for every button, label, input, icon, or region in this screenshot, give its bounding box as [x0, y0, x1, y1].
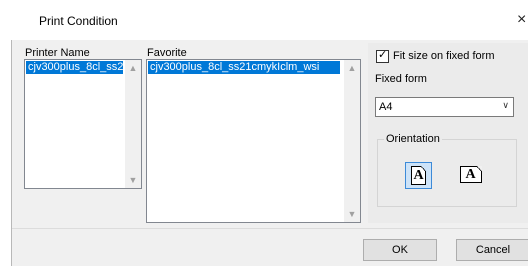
- printer-name-list[interactable]: cjv300plus_8cl_ss21c ▲ ▼: [24, 59, 142, 189]
- fit-size-checkbox[interactable]: ✓: [376, 49, 389, 63]
- check-icon: ✓: [378, 49, 388, 61]
- landscape-orientation-button[interactable]: A: [457, 161, 484, 188]
- close-icon[interactable]: ×: [517, 10, 526, 30]
- fit-size-label[interactable]: Fit size on fixed form: [393, 50, 494, 62]
- fixed-form-select[interactable]: A4 ∨: [375, 97, 514, 117]
- title-bar: Print Condition ×: [0, 0, 528, 40]
- favorite-item[interactable]: cjv300plus_8cl_ss21cmykIclm_wsi: [148, 61, 340, 74]
- ok-button[interactable]: OK: [363, 239, 437, 261]
- scroll-down-arrow-icon[interactable]: ▼: [125, 172, 141, 188]
- orientation-label: Orientation: [384, 133, 442, 145]
- printer-name-label: Printer Name: [25, 47, 90, 59]
- scroll-up-arrow-icon[interactable]: ▲: [125, 60, 141, 76]
- scroll-down-arrow-icon[interactable]: ▼: [344, 206, 360, 222]
- portrait-page-icon: A: [411, 166, 426, 185]
- scroll-up-arrow-icon[interactable]: ▲: [344, 60, 360, 76]
- orientation-group: Orientation A A: [377, 133, 517, 207]
- favorite-list[interactable]: cjv300plus_8cl_ss21cmykIclm_wsi ▲ ▼: [146, 59, 361, 223]
- fixed-form-value: A4: [379, 101, 393, 113]
- landscape-page-icon: A: [459, 166, 482, 183]
- fixed-form-label: Fixed form: [375, 73, 427, 85]
- printer-list-scrollbar[interactable]: ▲ ▼: [125, 60, 141, 188]
- window-title: Print Condition: [39, 14, 118, 28]
- favorite-list-scrollbar[interactable]: ▲ ▼: [344, 60, 360, 222]
- portrait-orientation-button[interactable]: A: [405, 162, 432, 189]
- footer-divider: [12, 228, 528, 229]
- favorite-label: Favorite: [147, 47, 187, 59]
- printer-name-item[interactable]: cjv300plus_8cl_ss21c: [26, 61, 123, 74]
- fixed-form-panel: ✓ Fit size on fixed form Fixed form A4 ∨…: [368, 43, 528, 223]
- cancel-button[interactable]: Cancel: [456, 239, 528, 261]
- chevron-down-icon: ∨: [502, 100, 509, 110]
- dialog-client-area: Printer Name cjv300plus_8cl_ss21c ▲ ▼ Fa…: [11, 40, 528, 266]
